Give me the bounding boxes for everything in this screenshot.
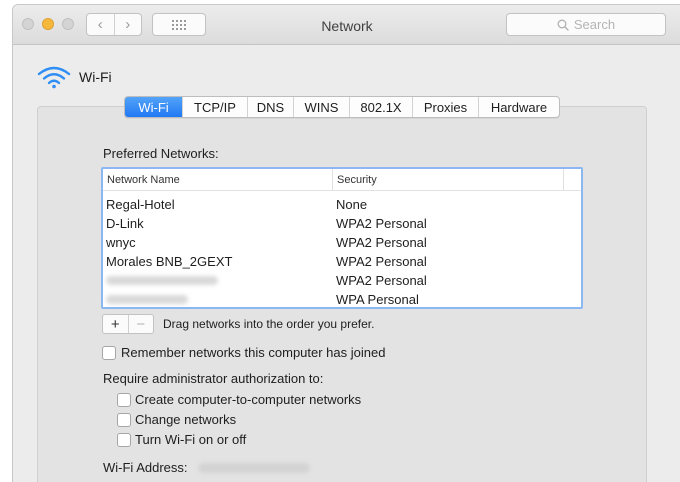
network-security: None: [336, 197, 368, 212]
table-row[interactable]: WPA Personal: [103, 290, 581, 307]
remember-networks-label[interactable]: Remember networks this computer has join…: [121, 345, 385, 360]
tab-dns[interactable]: DNS: [247, 97, 293, 117]
network-preferences-window: ‹ › Network Search Wi-Fi Wi-Fi TCP/IP DN…: [12, 4, 680, 482]
preferred-networks-label: Preferred Networks:: [103, 146, 219, 161]
tab-wins[interactable]: WINS: [293, 97, 349, 117]
tab-8021x[interactable]: 802.1X: [349, 97, 412, 117]
table-row[interactable]: D-Link WPA2 Personal: [103, 214, 581, 233]
network-security: WPA Personal: [336, 292, 419, 307]
change-networks-label[interactable]: Change networks: [135, 412, 236, 427]
search-placeholder: Search: [573, 17, 616, 32]
tab-proxies[interactable]: Proxies: [412, 97, 478, 117]
drag-hint: Drag networks into the order you prefer.: [163, 317, 375, 331]
wifi-address-label: Wi-Fi Address:: [103, 460, 188, 475]
network-security: WPA2 Personal: [336, 254, 427, 269]
tab-bar: Wi-Fi TCP/IP DNS WINS 802.1X Proxies Har…: [124, 96, 560, 118]
change-networks-checkbox[interactable]: [117, 413, 131, 427]
network-name: Morales BNB_2GEXT: [106, 254, 233, 269]
tab-wifi[interactable]: Wi-Fi: [125, 97, 182, 117]
table-row[interactable]: Regal-Hotel None: [103, 195, 581, 214]
table-header: Network Name Security: [103, 169, 581, 191]
create-network-label[interactable]: Create computer-to-computer networks: [135, 392, 361, 407]
create-network-checkbox[interactable]: [117, 393, 131, 407]
wifi-icon: [37, 66, 71, 89]
search-field[interactable]: Search: [506, 13, 666, 36]
network-name: wnyc: [106, 235, 136, 250]
service-header: Wi-Fi: [37, 65, 112, 89]
network-security: WPA2 Personal: [336, 216, 427, 231]
add-network-button[interactable]: +: [103, 315, 128, 333]
table-row[interactable]: Morales BNB_2GEXT WPA2 Personal: [103, 252, 581, 271]
preferred-networks-table[interactable]: Network Name Security Regal-Hotel None D…: [101, 167, 583, 309]
column-header-network-name[interactable]: Network Name: [103, 169, 332, 190]
tab-hardware[interactable]: Hardware: [478, 97, 559, 117]
toggle-wifi-checkbox[interactable]: [117, 433, 131, 447]
network-name-redacted: [103, 292, 332, 307]
network-name: Regal-Hotel: [106, 197, 175, 212]
network-security: WPA2 Personal: [336, 273, 427, 288]
network-security: WPA2 Personal: [336, 235, 427, 250]
search-icon: [557, 19, 569, 31]
add-remove-buttons: + −: [102, 314, 154, 334]
title-bar: ‹ › Network Search: [13, 5, 680, 45]
wifi-address-redacted: [198, 463, 310, 473]
network-name-redacted: [103, 273, 332, 288]
network-name: D-Link: [106, 216, 144, 231]
require-authorization-heading: Require administrator authorization to:: [103, 371, 324, 386]
table-row[interactable]: wnyc WPA2 Personal: [103, 233, 581, 252]
column-header-security[interactable]: Security: [332, 169, 563, 190]
remove-network-button[interactable]: −: [127, 315, 154, 333]
service-name: Wi-Fi: [79, 69, 112, 85]
tab-tcpip[interactable]: TCP/IP: [182, 97, 247, 117]
remember-networks-checkbox[interactable]: [102, 346, 116, 360]
column-header-spacer: [563, 169, 581, 190]
toggle-wifi-label[interactable]: Turn Wi-Fi on or off: [135, 432, 246, 447]
table-row[interactable]: WPA2 Personal: [103, 271, 581, 290]
